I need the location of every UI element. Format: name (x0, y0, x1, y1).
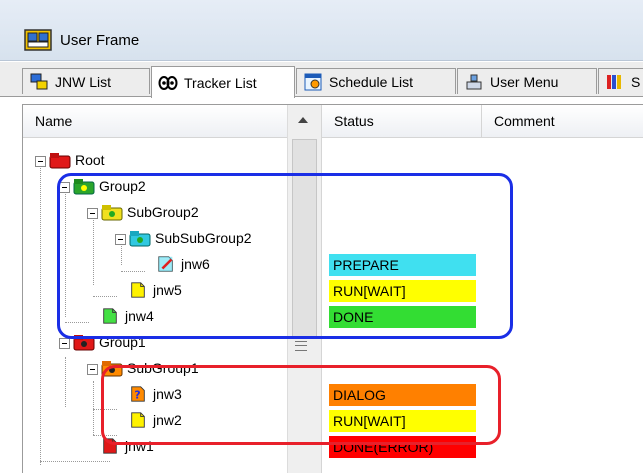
books-icon (607, 74, 621, 89)
tab-jnw-list[interactable]: JNW List (22, 68, 150, 94)
tab-user-menu[interactable]: User Menu (457, 68, 597, 94)
tracker-list-panel: Name Status Comment Root Group2 SubGroup… (22, 104, 643, 473)
tab-label: S (631, 73, 641, 90)
subgroup1-highlight-box (101, 365, 501, 445)
tree-row-root[interactable]: Root (23, 149, 623, 173)
group2-highlight-box (57, 173, 513, 339)
tab-more[interactable]: S (598, 68, 643, 94)
user-menu-icon (466, 74, 482, 89)
scroll-up-arrow-icon[interactable] (298, 117, 308, 123)
root-folder-icon (49, 153, 71, 169)
tree-node-label: Root (75, 152, 105, 168)
column-header-status[interactable]: Status (321, 105, 481, 138)
tab-label: JNW List (55, 73, 111, 90)
tracker-icon (158, 75, 178, 90)
column-header-status-label: Status (334, 113, 374, 129)
tab-tracker-list[interactable]: Tracker List (151, 66, 295, 98)
title-bar: User Frame (0, 0, 643, 61)
schedule-icon (304, 73, 322, 90)
column-header-comment[interactable]: Comment (481, 105, 643, 138)
column-header-name[interactable]: Name (23, 105, 287, 138)
jnw-list-icon (30, 73, 48, 89)
tab-label: Schedule List (329, 73, 414, 90)
tab-label: Tracker List (184, 74, 257, 91)
user-frame-icon (24, 29, 52, 51)
tree-line (40, 461, 110, 462)
column-header-comment-label: Comment (494, 113, 555, 129)
tab-bar: JNW List Tracker List Schedule List User… (0, 62, 643, 98)
column-header-name-label: Name (35, 113, 73, 129)
tab-schedule-list[interactable]: Schedule List (296, 68, 456, 94)
collapse-toggle[interactable] (87, 364, 98, 375)
collapse-toggle[interactable] (59, 338, 70, 349)
collapse-toggle[interactable] (35, 156, 46, 167)
window-title: User Frame (60, 32, 140, 49)
tab-label: User Menu (490, 73, 559, 90)
